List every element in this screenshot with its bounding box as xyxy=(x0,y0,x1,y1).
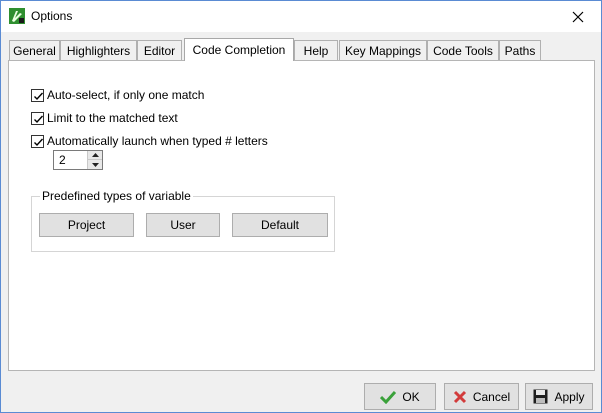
apply-label: Apply xyxy=(554,389,585,404)
limit-matched-label: Limit to the matched text xyxy=(47,111,178,125)
apply-button[interactable]: Apply xyxy=(525,383,593,410)
options-window: Options General Highlighters Editor Code… xyxy=(0,0,602,413)
tab-label: Help xyxy=(303,43,329,58)
tab-label: Code Completion xyxy=(192,43,286,57)
tab-highlighters[interactable]: Highlighters xyxy=(60,40,137,60)
tab-label: Highlighters xyxy=(66,43,131,58)
floppy-disk-icon xyxy=(533,389,548,404)
tab-general[interactable]: General xyxy=(9,40,60,60)
window-title: Options xyxy=(31,9,73,23)
checkmark-icon xyxy=(380,390,397,404)
tab-label: Code Tools xyxy=(433,43,493,58)
project-button-label: Project xyxy=(67,218,106,232)
triangle-up-icon xyxy=(91,153,99,157)
auto-select-option[interactable]: Auto-select, if only one match xyxy=(31,88,204,102)
tab-paths[interactable]: Paths xyxy=(499,40,541,60)
project-button[interactable]: Project xyxy=(39,213,134,237)
x-icon xyxy=(453,390,467,404)
letters-count-value[interactable]: 2 xyxy=(59,153,66,167)
tab-label: Key Mappings xyxy=(344,43,422,58)
tab-strip: General Highlighters Editor Code Complet… xyxy=(9,38,595,61)
cancel-label: Cancel xyxy=(472,389,511,404)
triangle-down-icon xyxy=(91,162,99,167)
tab-help[interactable]: Help xyxy=(294,40,338,60)
default-button-label: Default xyxy=(260,218,300,232)
ok-label: OK xyxy=(402,389,420,404)
title-bar: Options xyxy=(1,1,601,32)
spinner-up-button[interactable] xyxy=(88,151,102,160)
tab-label: General xyxy=(13,43,56,58)
code-completion-panel: Auto-select, if only one match Limit to … xyxy=(8,60,595,371)
ok-button[interactable]: OK xyxy=(364,383,436,410)
tab-code-tools[interactable]: Code Tools xyxy=(427,40,499,60)
tab-label: Editor xyxy=(143,43,176,58)
tab-editor[interactable]: Editor xyxy=(137,40,182,60)
spinner-down-button[interactable] xyxy=(88,160,102,169)
close-icon xyxy=(572,11,584,22)
limit-matched-checkbox[interactable] xyxy=(31,111,44,125)
tab-code-completion[interactable]: Code Completion xyxy=(184,38,294,61)
letters-count-spinner[interactable]: 2 xyxy=(53,150,103,170)
default-button[interactable]: Default xyxy=(232,213,328,237)
predefined-types-group: Predefined types of variable Project Use… xyxy=(31,189,335,252)
close-button[interactable] xyxy=(555,1,601,32)
app-icon xyxy=(9,8,25,24)
predefined-types-label: Predefined types of variable xyxy=(40,189,193,203)
limit-matched-option[interactable]: Limit to the matched text xyxy=(31,111,178,125)
auto-launch-option[interactable]: Automatically launch when typed # letter… xyxy=(31,134,268,148)
user-button-label: User xyxy=(170,218,196,232)
user-button[interactable]: User xyxy=(146,213,220,237)
tab-label: Paths xyxy=(504,43,536,58)
spinner-buttons xyxy=(87,151,102,169)
cancel-button[interactable]: Cancel xyxy=(444,383,519,410)
auto-select-checkbox[interactable] xyxy=(31,88,44,102)
auto-launch-checkbox[interactable] xyxy=(31,134,44,148)
auto-launch-label: Automatically launch when typed # letter… xyxy=(47,134,268,148)
tab-key-mappings[interactable]: Key Mappings xyxy=(339,40,427,60)
auto-select-label: Auto-select, if only one match xyxy=(47,88,205,102)
